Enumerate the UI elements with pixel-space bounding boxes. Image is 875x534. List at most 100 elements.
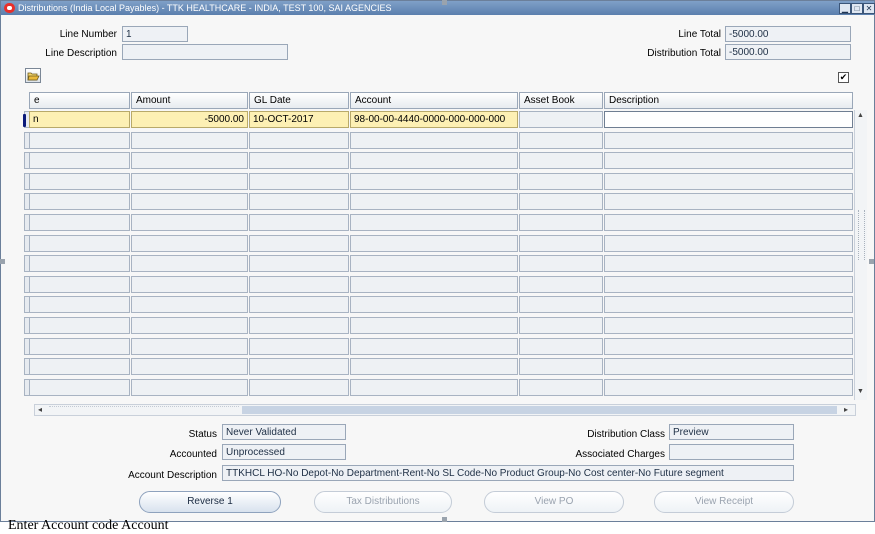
cell-account[interactable]	[350, 296, 518, 313]
cell-account[interactable]	[350, 379, 518, 396]
cell-gl-date[interactable]	[249, 276, 349, 293]
distribution-class-field[interactable]: Preview	[669, 424, 794, 440]
cell-amount[interactable]	[131, 193, 248, 210]
cell-gl-date[interactable]	[249, 296, 349, 313]
cell-amount[interactable]	[131, 152, 248, 169]
cell-asset-book[interactable]	[519, 111, 603, 128]
cell-gl-date[interactable]	[249, 173, 349, 190]
cell-account[interactable]	[350, 276, 518, 293]
cell-asset-book[interactable]	[519, 276, 603, 293]
cell-gl-date[interactable]	[249, 379, 349, 396]
status-field[interactable]: Never Validated	[222, 424, 346, 440]
maximize-icon[interactable]: □	[851, 3, 863, 14]
cell-account[interactable]	[350, 193, 518, 210]
cell-account[interactable]	[350, 152, 518, 169]
cell-amount[interactable]	[131, 173, 248, 190]
cell-asset-book[interactable]	[519, 152, 603, 169]
cell-account[interactable]: 98-00-00-4440-0000-000-000-000	[350, 111, 518, 128]
cell-account[interactable]	[350, 132, 518, 149]
cell-amount[interactable]	[131, 214, 248, 231]
resize-handle-bottom[interactable]	[442, 517, 447, 522]
line-number-field[interactable]: 1	[122, 26, 188, 42]
cell-amount[interactable]	[131, 296, 248, 313]
cell-gl-date[interactable]	[249, 255, 349, 272]
cell-account[interactable]	[350, 255, 518, 272]
cell-description[interactable]	[604, 152, 853, 169]
scroll-right-icon[interactable]: ▸	[844, 405, 848, 414]
cell-asset-book[interactable]	[519, 338, 603, 355]
title-bar[interactable]: Distributions (India Local Payables) - T…	[1, 1, 875, 15]
distribution-total-field[interactable]: -5000.00	[725, 44, 851, 60]
scroll-track[interactable]	[242, 406, 837, 414]
minimize-icon[interactable]: ▁	[839, 3, 851, 14]
cell-gl-date[interactable]	[249, 193, 349, 210]
cell-e[interactable]	[29, 379, 130, 396]
cell-description[interactable]	[604, 111, 853, 128]
account-description-field[interactable]: TTKHCL HO-No Depot-No Department-Rent-No…	[222, 465, 794, 481]
resize-handle-top[interactable]	[442, 0, 447, 5]
cell-gl-date[interactable]: 10-OCT-2017	[249, 111, 349, 128]
column-header-account[interactable]: Account	[350, 92, 518, 109]
close-icon[interactable]: ✕	[863, 3, 875, 14]
horizontal-scrollbar[interactable]: ◂ ▸	[34, 404, 856, 416]
cell-e[interactable]	[29, 296, 130, 313]
cell-e[interactable]	[29, 358, 130, 375]
cell-e[interactable]	[29, 132, 130, 149]
select-all-checkbox[interactable]: ✔	[838, 72, 849, 83]
cell-asset-book[interactable]	[519, 296, 603, 313]
cell-e[interactable]	[29, 317, 130, 334]
cell-amount[interactable]	[131, 276, 248, 293]
cell-e[interactable]	[29, 235, 130, 252]
cell-account[interactable]	[350, 317, 518, 334]
cell-gl-date[interactable]	[249, 152, 349, 169]
cell-gl-date[interactable]	[249, 317, 349, 334]
line-total-field[interactable]: -5000.00	[725, 26, 851, 42]
cell-gl-date[interactable]	[249, 132, 349, 149]
cell-account[interactable]	[350, 214, 518, 231]
cell-amount[interactable]	[131, 379, 248, 396]
cell-account[interactable]	[350, 338, 518, 355]
view-po-button[interactable]: View PO	[484, 491, 624, 513]
cell-e[interactable]	[29, 173, 130, 190]
column-header-e[interactable]: e	[29, 92, 130, 109]
resize-handle-left[interactable]	[0, 259, 5, 264]
cell-e[interactable]	[29, 255, 130, 272]
cell-description[interactable]	[604, 317, 853, 334]
scroll-down-icon[interactable]: ▼	[857, 388, 864, 395]
cell-e[interactable]	[29, 193, 130, 210]
cell-gl-date[interactable]	[249, 214, 349, 231]
column-header-gl-date[interactable]: GL Date	[249, 92, 349, 109]
cell-description[interactable]	[604, 276, 853, 293]
cell-amount[interactable]	[131, 235, 248, 252]
cell-gl-date[interactable]	[249, 338, 349, 355]
cell-gl-date[interactable]	[249, 235, 349, 252]
cell-description[interactable]	[604, 193, 853, 210]
cell-amount[interactable]	[131, 317, 248, 334]
cell-amount[interactable]	[131, 358, 248, 375]
cell-amount[interactable]	[131, 132, 248, 149]
cell-asset-book[interactable]	[519, 193, 603, 210]
cell-e[interactable]	[29, 152, 130, 169]
reverse-button[interactable]: Reverse 1	[139, 491, 281, 513]
open-folder-button[interactable]	[25, 68, 41, 83]
scroll-up-icon[interactable]: ▲	[857, 112, 864, 119]
cell-asset-book[interactable]	[519, 214, 603, 231]
cell-description[interactable]	[604, 255, 853, 272]
cell-asset-book[interactable]	[519, 132, 603, 149]
cell-asset-book[interactable]	[519, 235, 603, 252]
cell-description[interactable]	[604, 214, 853, 231]
cell-e[interactable]	[29, 214, 130, 231]
cell-description[interactable]	[604, 235, 853, 252]
line-description-field[interactable]	[122, 44, 288, 60]
cell-description[interactable]	[604, 379, 853, 396]
associated-charges-field[interactable]	[669, 444, 794, 460]
cell-e[interactable]: n	[29, 111, 130, 128]
scroll-thumb[interactable]	[49, 406, 239, 415]
cell-description[interactable]	[604, 358, 853, 375]
cell-asset-book[interactable]	[519, 358, 603, 375]
column-header-asset-book[interactable]: Asset Book	[519, 92, 603, 109]
cell-e[interactable]	[29, 338, 130, 355]
cell-asset-book[interactable]	[519, 173, 603, 190]
cell-description[interactable]	[604, 296, 853, 313]
column-header-description[interactable]: Description	[604, 92, 853, 109]
